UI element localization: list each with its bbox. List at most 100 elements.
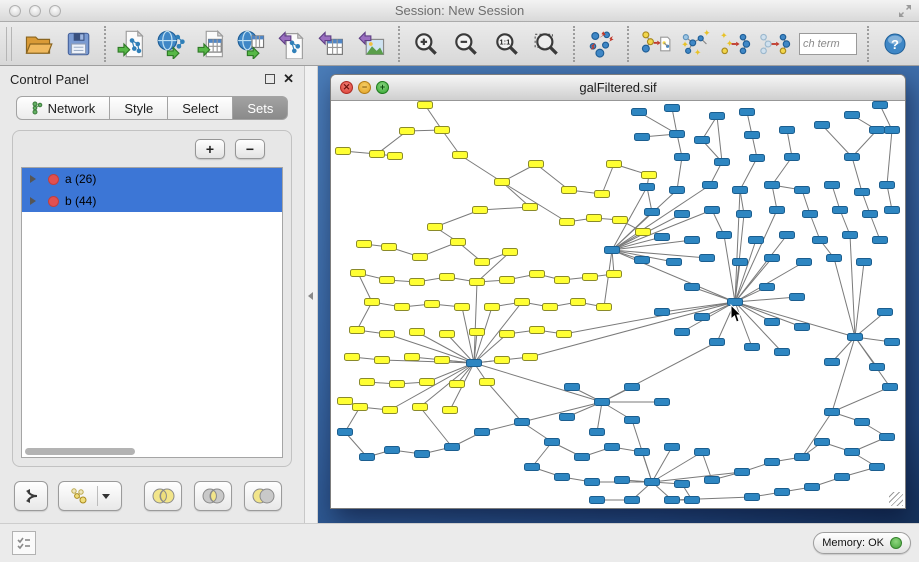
graph-node[interactable] [745, 344, 760, 351]
graph-node[interactable] [640, 184, 655, 191]
graph-node[interactable] [813, 237, 828, 244]
graph-node[interactable] [583, 274, 598, 281]
graph-node[interactable] [451, 239, 466, 246]
split-set-button[interactable] [14, 481, 48, 511]
graph-node[interactable] [410, 279, 425, 286]
frame-close-button[interactable]: ✕ [340, 81, 353, 94]
graph-node[interactable] [530, 327, 545, 334]
network-graph[interactable] [331, 101, 905, 508]
graph-node[interactable] [632, 109, 647, 116]
graph-node[interactable] [733, 259, 748, 266]
graph-node[interactable] [785, 154, 800, 161]
graph-node[interactable] [375, 357, 390, 364]
graph-node[interactable] [443, 407, 458, 414]
expander-triangle-icon[interactable] [30, 197, 36, 205]
graph-node[interactable] [480, 379, 495, 386]
graph-node[interactable] [467, 360, 482, 367]
float-panel-icon[interactable] [265, 74, 275, 84]
graph-node[interactable] [675, 154, 690, 161]
sets-list[interactable]: a (26) b (44) [21, 167, 283, 458]
graph-node[interactable] [870, 464, 885, 471]
graph-node[interactable] [587, 215, 602, 222]
graph-node[interactable] [351, 270, 366, 277]
add-set-button[interactable]: + [195, 139, 225, 159]
graph-node[interactable] [353, 404, 368, 411]
graph-node[interactable] [428, 224, 443, 231]
tab-select[interactable]: Select [168, 96, 233, 120]
graph-node[interactable] [383, 407, 398, 414]
help-button[interactable]: ? [875, 25, 915, 63]
toolbar-grip[interactable] [6, 27, 12, 61]
graph-node[interactable] [475, 259, 490, 266]
graph-node[interactable] [605, 444, 620, 451]
graph-node[interactable] [717, 232, 732, 239]
fullscreen-icon[interactable] [897, 3, 913, 19]
graph-node[interactable] [413, 404, 428, 411]
import-table-file-button[interactable] [192, 25, 232, 63]
list-item-set-a[interactable]: a (26) [22, 168, 282, 190]
collapse-panel-icon[interactable] [308, 292, 313, 300]
graph-node[interactable] [745, 132, 760, 139]
graph-node[interactable] [870, 364, 885, 371]
graph-node[interactable] [595, 399, 610, 406]
graph-node[interactable] [560, 219, 575, 226]
graph-node[interactable] [545, 439, 560, 446]
graph-node[interactable] [710, 339, 725, 346]
graph-node[interactable] [360, 454, 375, 461]
graph-node[interactable] [645, 209, 660, 216]
graph-node[interactable] [590, 429, 605, 436]
graph-node[interactable] [685, 497, 700, 504]
graph-node[interactable] [413, 254, 428, 261]
graph-node[interactable] [790, 294, 805, 301]
graph-node[interactable] [440, 331, 455, 338]
remove-set-button[interactable]: − [235, 139, 265, 159]
graph-node[interactable] [815, 122, 830, 129]
graph-node[interactable] [543, 304, 558, 311]
graph-node[interactable] [615, 477, 630, 484]
intersect-sets-button[interactable] [194, 481, 232, 511]
graph-node[interactable] [435, 357, 450, 364]
graph-node[interactable] [873, 102, 888, 109]
graph-node[interactable] [855, 189, 870, 196]
graph-node[interactable] [450, 381, 465, 388]
graph-node[interactable] [745, 494, 760, 501]
graph-node[interactable] [795, 324, 810, 331]
graph-node[interactable] [605, 247, 620, 254]
import-network-url-button[interactable] [152, 25, 192, 63]
graph-node[interactable] [453, 152, 468, 159]
graph-node[interactable] [345, 354, 360, 361]
graph-node[interactable] [845, 112, 860, 119]
graph-node[interactable] [475, 429, 490, 436]
graph-node[interactable] [705, 477, 720, 484]
graph-node[interactable] [845, 154, 860, 161]
graph-node[interactable] [705, 207, 720, 214]
graph-node[interactable] [350, 327, 365, 334]
export-table-button[interactable] [312, 25, 352, 63]
graph-node[interactable] [500, 331, 515, 338]
graph-node[interactable] [420, 379, 435, 386]
network-canvas[interactable] [331, 101, 905, 508]
graph-node[interactable] [740, 109, 755, 116]
tab-sets[interactable]: Sets [233, 96, 288, 120]
frame-resize-grip[interactable] [889, 492, 903, 506]
graph-node[interactable] [825, 182, 840, 189]
graph-node[interactable] [388, 153, 403, 160]
graph-node[interactable] [557, 331, 572, 338]
graph-node[interactable] [555, 474, 570, 481]
graph-node[interactable] [613, 217, 628, 224]
graph-node[interactable] [635, 134, 650, 141]
graph-node[interactable] [695, 449, 710, 456]
network-frame[interactable]: ✕ − + galFiltered.sif [330, 74, 906, 509]
graph-node[interactable] [500, 277, 515, 284]
graph-node[interactable] [338, 398, 353, 405]
save-session-button[interactable] [58, 25, 98, 63]
graph-node[interactable] [873, 237, 888, 244]
graph-node[interactable] [667, 259, 682, 266]
new-network-from-selection-button[interactable] [635, 25, 675, 63]
graph-node[interactable] [655, 399, 670, 406]
graph-node[interactable] [855, 419, 870, 426]
graph-node[interactable] [827, 255, 842, 262]
graph-node[interactable] [775, 349, 790, 356]
frame-maximize-button[interactable]: + [376, 81, 389, 94]
union-sets-button[interactable] [144, 481, 182, 511]
